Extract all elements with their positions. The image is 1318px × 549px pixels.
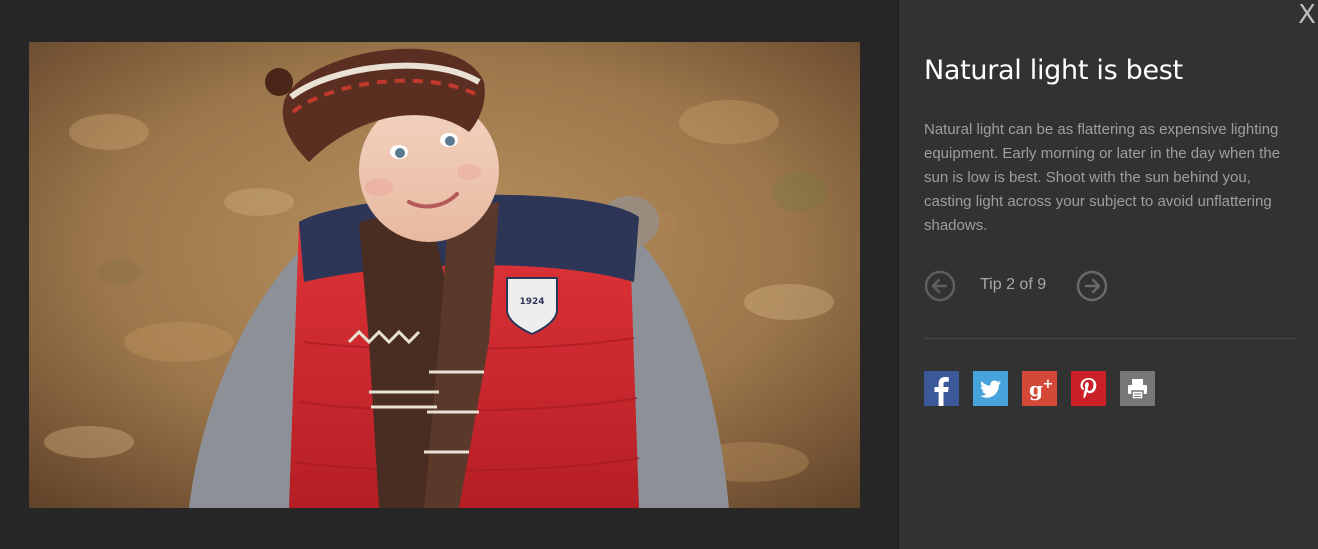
tip-photo: 1924 [29, 42, 860, 508]
pinterest-share-button[interactable] [1071, 371, 1106, 406]
svg-text:g: g [1029, 377, 1043, 401]
google-plus-share-button[interactable]: g + [1022, 371, 1057, 406]
panel-divider [924, 338, 1296, 339]
facebook-share-button[interactable] [924, 371, 959, 406]
arrow-right-circle-icon [1076, 270, 1108, 302]
close-button[interactable]: X [1296, 0, 1318, 30]
google-plus-icon: g + [1029, 377, 1054, 401]
svg-text:1924: 1924 [519, 297, 544, 307]
svg-text:+: + [1043, 377, 1054, 392]
print-button[interactable] [1120, 371, 1155, 406]
twitter-share-button[interactable] [973, 371, 1008, 406]
tip-panel: X Natural light is best Natural light ca… [898, 0, 1318, 549]
tip-description: Natural light can be as flattering as ex… [924, 121, 1281, 234]
photo-stage: 1924 [0, 0, 898, 549]
pinterest-icon [1080, 378, 1097, 399]
tip-title: Natural light is best [924, 55, 1183, 86]
tip-counter: Tip 2 of 9 [980, 276, 1047, 293]
printer-icon [1128, 379, 1147, 400]
twitter-icon [980, 380, 1001, 398]
tip-pager: Tip 2 of 9 [924, 270, 1124, 302]
photo-tip-viewer: 1924 X Natural light is best Natural lig… [0, 0, 1318, 549]
arrow-left-circle-icon [924, 270, 956, 302]
previous-tip-button[interactable] [924, 270, 956, 302]
facebook-icon [934, 377, 949, 406]
next-tip-button[interactable] [1076, 270, 1108, 302]
